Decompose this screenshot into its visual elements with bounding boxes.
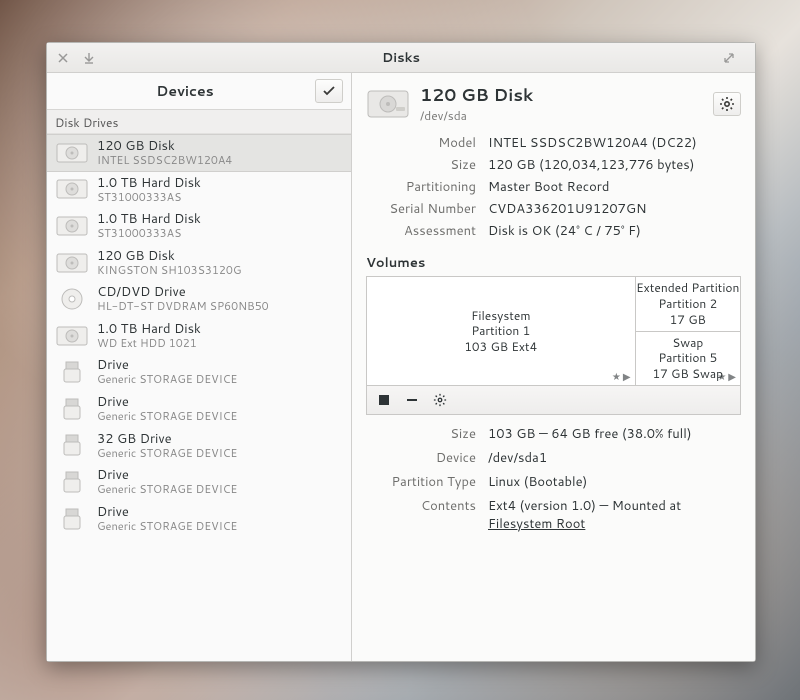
partition-label: Filesystem bbox=[471, 308, 530, 324]
partition-label: Partition 1 bbox=[471, 323, 530, 339]
device-list: 120 GB DiskINTEL SSDSC2BW120A41.0 TB Har… bbox=[47, 134, 351, 661]
star-icon: ★ bbox=[612, 372, 621, 382]
value-assessment: Disk is OK (24° C / 75° F) bbox=[488, 222, 741, 240]
partition-indicators: ★▶ bbox=[612, 372, 631, 382]
partition-2[interactable]: Extended Partition Partition 2 17 GB bbox=[636, 277, 740, 332]
device-list-item[interactable]: 1.0 TB Hard DiskST31000333AS bbox=[47, 208, 351, 245]
value-vol-device: /dev/sda1 bbox=[488, 449, 741, 467]
minimize-icon[interactable] bbox=[81, 50, 97, 66]
hdd-icon bbox=[55, 140, 89, 166]
partition-label: Extended Partition bbox=[636, 280, 739, 296]
volume-menu-button[interactable] bbox=[429, 390, 451, 410]
device-list-item[interactable]: 32 GB DriveGeneric STORAGE DEVICE bbox=[47, 428, 351, 465]
partition-indicators: ★▶ bbox=[717, 372, 736, 382]
device-subtitle: Generic STORAGE DEVICE bbox=[97, 373, 237, 386]
sidebar-heading: Devices bbox=[55, 81, 315, 101]
device-list-item[interactable]: 120 GB DiskKINGSTON SH103S3120G bbox=[47, 245, 351, 282]
hdd-icon bbox=[55, 176, 89, 202]
label-size: Size bbox=[366, 156, 476, 174]
sidebar-section-label: Disk Drives bbox=[47, 110, 351, 134]
label-serial: Serial Number bbox=[366, 200, 476, 218]
volume-properties: Size 103 GB — 64 GB free (38.0% full) De… bbox=[366, 425, 741, 533]
device-subtitle: Generic STORAGE DEVICE bbox=[97, 483, 237, 496]
usb-icon bbox=[55, 396, 89, 422]
label-vol-size: Size bbox=[366, 425, 476, 443]
volume-toolbar bbox=[367, 385, 740, 414]
label-model: Model bbox=[366, 134, 476, 152]
device-subtitle: WD Ext HDD 1021 bbox=[97, 337, 201, 350]
partition-label: Partition 5 bbox=[658, 350, 717, 366]
play-icon: ▶ bbox=[728, 372, 736, 382]
disk-icon bbox=[366, 87, 410, 121]
value-size: 120 GB (120,034,123,776 bytes) bbox=[488, 156, 741, 174]
partition-label: Partition 2 bbox=[658, 296, 717, 312]
devices-sidebar: Devices Disk Drives 120 GB DiskINTEL SSD… bbox=[47, 73, 352, 661]
value-partitioning: Master Boot Record bbox=[488, 178, 741, 196]
contents-text: Ext4 (version 1.0) — Mounted at bbox=[488, 497, 681, 515]
disk-properties: Model INTEL SSDSC2BW120A4 (DC22) Size 12… bbox=[366, 134, 741, 240]
hdd-icon bbox=[55, 323, 89, 349]
value-vol-contents: Ext4 (version 1.0) — Mounted at Filesyst… bbox=[488, 497, 741, 533]
play-icon: ▶ bbox=[623, 372, 631, 382]
device-list-item[interactable]: DriveGeneric STORAGE DEVICE bbox=[47, 354, 351, 391]
detail-header: 120 GB Disk /dev/sda bbox=[366, 83, 741, 124]
detail-pane: 120 GB Disk /dev/sda Model INTEL SSDSC2B… bbox=[352, 73, 755, 661]
device-subtitle: Generic STORAGE DEVICE bbox=[97, 447, 237, 460]
window-title: Disks bbox=[47, 49, 755, 67]
apply-button[interactable] bbox=[315, 79, 343, 103]
partition-label: 17 GB bbox=[670, 312, 706, 328]
partition-label: Swap bbox=[672, 335, 703, 351]
usb-icon bbox=[55, 432, 89, 458]
value-model: INTEL SSDSC2BW120A4 (DC22) bbox=[488, 134, 741, 152]
disk-title: 120 GB Disk bbox=[420, 83, 533, 107]
hdd-icon bbox=[55, 213, 89, 239]
sidebar-header: Devices bbox=[47, 73, 351, 110]
device-list-item[interactable]: CD/DVD DriveHL-DT-ST DVDRAM SP60NB50 bbox=[47, 281, 351, 318]
volumes-heading: Volumes bbox=[366, 254, 741, 272]
usb-icon bbox=[55, 506, 89, 532]
device-subtitle: INTEL SSDSC2BW120A4 bbox=[97, 154, 232, 167]
titlebar: Disks bbox=[47, 43, 755, 73]
value-serial: CVDA336201U91207GN bbox=[488, 200, 741, 218]
disk-menu-button[interactable] bbox=[713, 92, 741, 116]
partition-map: Filesystem Partition 1 103 GB Ext4 ★▶ Ex… bbox=[366, 276, 741, 415]
disk-path: /dev/sda bbox=[420, 107, 533, 124]
star-icon: ★ bbox=[717, 372, 726, 382]
device-subtitle: Generic STORAGE DEVICE bbox=[97, 520, 237, 533]
device-subtitle: HL-DT-ST DVDRAM SP60NB50 bbox=[97, 300, 269, 313]
device-list-item[interactable]: 1.0 TB Hard DiskST31000333AS bbox=[47, 172, 351, 209]
label-vol-device: Device bbox=[366, 449, 476, 467]
partition-5[interactable]: Swap Partition 5 17 GB Swap ★▶ bbox=[636, 332, 740, 386]
close-icon[interactable] bbox=[55, 50, 71, 66]
device-subtitle: Generic STORAGE DEVICE bbox=[97, 410, 237, 423]
mount-point-link[interactable]: Filesystem Root bbox=[488, 515, 585, 533]
device-list-item[interactable]: DriveGeneric STORAGE DEVICE bbox=[47, 464, 351, 501]
device-list-item[interactable]: DriveGeneric STORAGE DEVICE bbox=[47, 391, 351, 428]
device-list-item[interactable]: DriveGeneric STORAGE DEVICE bbox=[47, 501, 351, 538]
device-subtitle: ST31000333AS bbox=[97, 191, 201, 204]
delete-partition-button[interactable] bbox=[401, 390, 423, 410]
device-subtitle: KINGSTON SH103S3120G bbox=[97, 264, 241, 277]
stop-button[interactable] bbox=[373, 390, 395, 410]
hdd-icon bbox=[55, 250, 89, 276]
label-vol-ptype: Partition Type bbox=[366, 473, 476, 491]
partition-1[interactable]: Filesystem Partition 1 103 GB Ext4 ★▶ bbox=[367, 277, 636, 385]
device-list-item[interactable]: 1.0 TB Hard DiskWD Ext HDD 1021 bbox=[47, 318, 351, 355]
label-assessment: Assessment bbox=[366, 222, 476, 240]
optical-icon bbox=[55, 286, 89, 312]
desktop-background: Disks Devices Disk Drives 120 GB DiskINT… bbox=[0, 0, 800, 700]
device-subtitle: ST31000333AS bbox=[97, 227, 201, 240]
usb-icon bbox=[55, 469, 89, 495]
maximize-icon[interactable] bbox=[721, 50, 737, 66]
partition-label: 17 GB Swap bbox=[653, 366, 723, 382]
window-body: Devices Disk Drives 120 GB DiskINTEL SSD… bbox=[47, 73, 755, 661]
value-vol-ptype: Linux (Bootable) bbox=[488, 473, 741, 491]
disks-window: Disks Devices Disk Drives 120 GB DiskINT… bbox=[46, 42, 756, 662]
usb-icon bbox=[55, 359, 89, 385]
label-partitioning: Partitioning bbox=[366, 178, 476, 196]
label-vol-contents: Contents bbox=[366, 497, 476, 533]
device-list-item[interactable]: 120 GB DiskINTEL SSDSC2BW120A4 bbox=[47, 134, 351, 172]
value-vol-size: 103 GB — 64 GB free (38.0% full) bbox=[488, 425, 741, 443]
partition-label: 103 GB Ext4 bbox=[464, 339, 537, 355]
